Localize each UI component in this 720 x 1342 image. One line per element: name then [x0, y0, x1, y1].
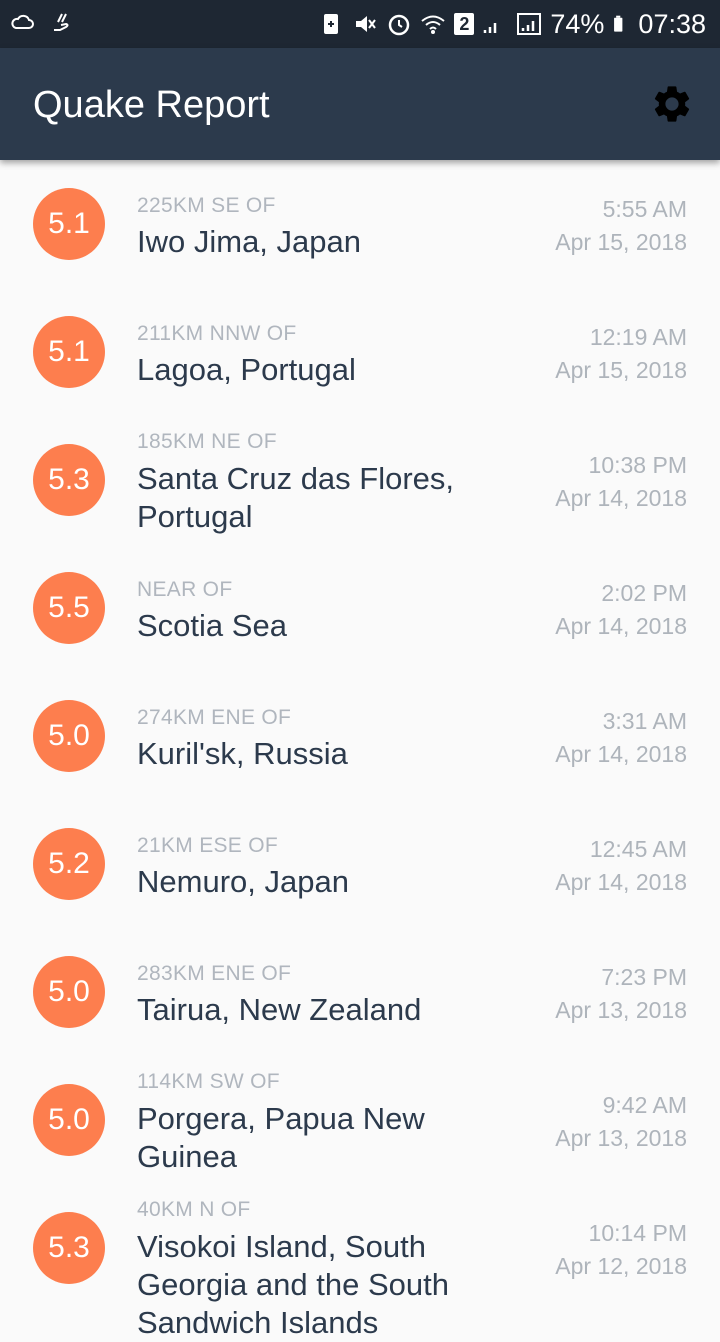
magnitude-circle: 5.3	[33, 1212, 105, 1284]
location-offset: 211km NNW of	[137, 322, 297, 345]
quake-time: 9:42 AM	[602, 1092, 687, 1118]
magnitude-circle: 5.0	[33, 956, 105, 1028]
list-item[interactable]: 5.1 225km SE of Iwo Jima, Japan 5:55 AM …	[0, 160, 720, 288]
battery-icon	[614, 15, 623, 32]
primary-location: Kuril'sk, Russia	[137, 736, 348, 771]
app-bar: Quake Report	[0, 48, 720, 160]
magnitude-circle: 5.5	[33, 572, 105, 644]
notification-badge: 2	[454, 13, 475, 35]
primary-location: Scotia Sea	[137, 608, 287, 643]
quake-date: Apr 13, 2018	[555, 1125, 687, 1151]
primary-location: Porgera, Papua New Guinea	[137, 1101, 425, 1174]
primary-location: Santa Cruz das Flores, Portugal	[137, 461, 455, 534]
status-bar-right: 2 74% 07:38	[318, 6, 706, 42]
quake-date: Apr 14, 2018	[555, 613, 687, 639]
primary-location: Iwo Jima, Japan	[137, 224, 361, 259]
quake-time: 12:45 AM	[589, 836, 687, 862]
location-offset: 274km ENE of	[137, 706, 292, 729]
signal-strength-icon	[517, 13, 542, 35]
location-offset: 225km SE of	[137, 194, 276, 217]
list-item[interactable]: 5.0 283km ENE of Tairua, New Zealand 7:2…	[0, 928, 720, 1056]
cloud-icon	[11, 14, 34, 29]
location-offset: 185km NE of	[137, 430, 277, 453]
quake-date: Apr 15, 2018	[555, 357, 687, 383]
magnitude-circle: 5.3	[33, 444, 105, 516]
alarm-icon	[389, 14, 410, 36]
magnitude-circle: 5.0	[33, 700, 105, 772]
list-item[interactable]: 5.0 274km ENE of Kuril'sk, Russia 3:31 A…	[0, 672, 720, 800]
magnitude-circle: 5.2	[33, 828, 105, 900]
list-item[interactable]: 5.1 211km NNW of Lagoa, Portugal 12:19 A…	[0, 288, 720, 416]
status-bar: 2 74% 07:38	[0, 0, 720, 48]
mute-icon	[356, 16, 377, 32]
quake-time: 3:31 AM	[602, 708, 687, 734]
quake-date: Apr 13, 2018	[555, 997, 687, 1023]
list-item[interactable]: 5.3 185km NE of Santa Cruz das Flores, P…	[0, 416, 720, 544]
primary-location: Tairua, New Zealand	[137, 992, 422, 1027]
magnitude-circle: 5.0	[33, 1084, 105, 1156]
list-item[interactable]: 5.0 114km SW of Porgera, Papua New Guine…	[0, 1056, 720, 1184]
sim-icon	[324, 14, 339, 34]
quake-time: 7:23 PM	[601, 964, 687, 990]
primary-location: Lagoa, Portugal	[137, 352, 356, 387]
quake-time: 10:14 PM	[588, 1220, 687, 1246]
magnitude-circle: 5.1	[33, 188, 105, 260]
clock: 07:38	[638, 8, 706, 39]
signal-icon	[484, 23, 497, 33]
quake-time: 12:19 AM	[589, 324, 687, 350]
quake-time: 5:55 AM	[602, 196, 687, 222]
quake-date: Apr 14, 2018	[555, 485, 687, 511]
gear-icon[interactable]	[650, 82, 694, 126]
quake-date: Apr 12, 2018	[555, 1253, 687, 1279]
location-offset: 283km ENE of	[137, 962, 292, 985]
quake-time: 10:38 PM	[588, 452, 687, 478]
location-offset: 114km SW of	[137, 1070, 280, 1093]
app-title: Quake Report	[33, 84, 270, 126]
primary-location: Nemuro, Japan	[137, 864, 349, 899]
list-item[interactable]: 5.3 40km N of Visokoi Island, South Geor…	[0, 1184, 720, 1340]
quake-time: 2:02 PM	[601, 580, 687, 606]
quake-date: Apr 15, 2018	[555, 229, 687, 255]
list-item[interactable]: 5.5 Near of Scotia Sea 2:02 PM Apr 14, 2…	[0, 544, 720, 672]
primary-location: Visokoi Island, South Georgia and the So…	[137, 1229, 449, 1340]
magnitude-circle: 5.1	[33, 316, 105, 388]
location-offset: Near of	[137, 578, 233, 601]
location-offset: 21km ESE of	[137, 834, 279, 857]
wifi-icon	[421, 15, 446, 34]
location-offset: 40km N of	[137, 1198, 251, 1221]
list-item[interactable]: 5.2 21km ESE of Nemuro, Japan 12:45 AM A…	[0, 800, 720, 928]
status-bar-left	[10, 10, 76, 36]
quake-date: Apr 14, 2018	[555, 869, 687, 895]
quake-date: Apr 14, 2018	[555, 741, 687, 767]
hand-icon	[54, 13, 69, 31]
battery-percent: 74%	[550, 8, 605, 39]
